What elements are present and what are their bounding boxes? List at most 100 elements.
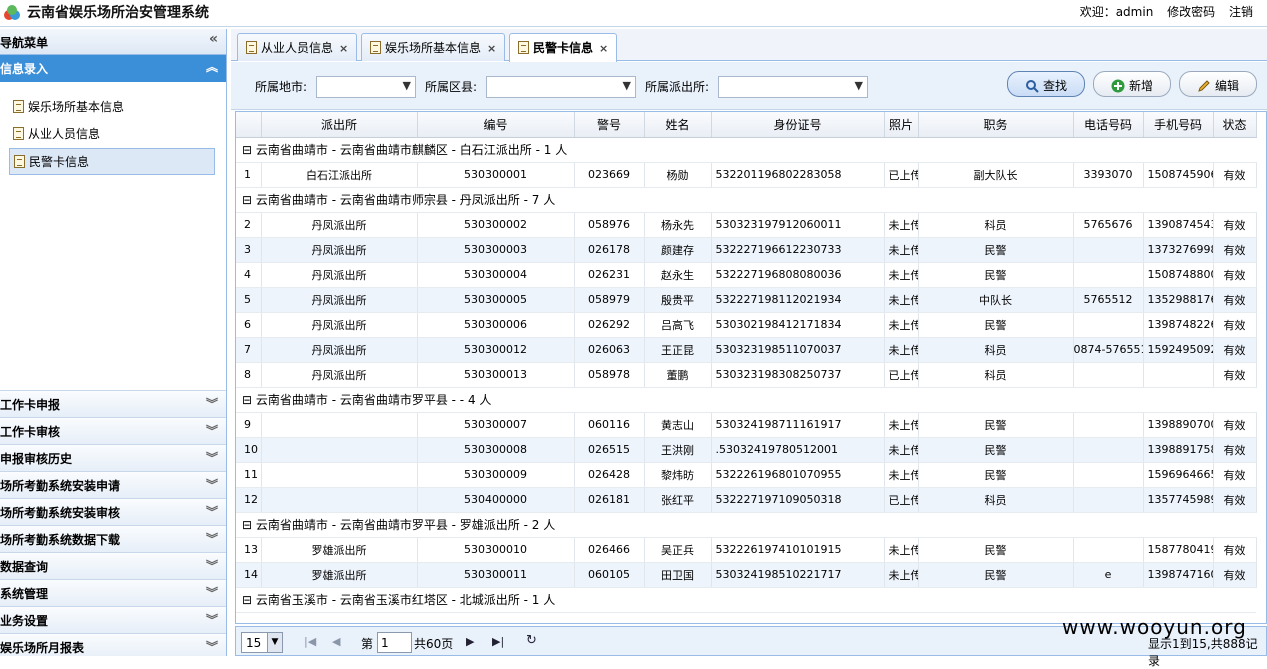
column-header[interactable]: 警号	[574, 112, 645, 138]
column-header[interactable]: 状态	[1213, 112, 1257, 138]
collapse-group-icon[interactable]: ⊟	[242, 143, 256, 157]
table-row[interactable]: 10 530300008 026515 王洪刚 .53032419780512001 未上…	[236, 437, 1257, 463]
chevron-up-icon[interactable]: ︽	[206, 58, 218, 75]
last-page-icon[interactable]: ▶|	[492, 635, 504, 648]
chevron-down-icon[interactable]: ︾	[206, 476, 218, 493]
sidebar-section-8[interactable]: 业务设置 ︾	[0, 606, 226, 633]
chevron-down-icon[interactable]: ︾	[206, 557, 218, 574]
table-row[interactable]: 9 530300007060116黄志山530324198711161917未上传…	[236, 412, 1257, 438]
sidebar-item-police-card[interactable]: 民警卡信息	[9, 148, 215, 175]
sidebar-section-6[interactable]: 数据查询 ︾	[0, 552, 226, 579]
add-button[interactable]: 新增	[1093, 71, 1171, 97]
chevron-down-icon[interactable]: ︾	[206, 584, 218, 601]
table-cell: 13988917587	[1143, 437, 1214, 463]
city-select[interactable]: ▼	[316, 76, 416, 98]
page-input[interactable]: 1	[377, 632, 412, 653]
chevron-down-icon[interactable]: ︾	[206, 449, 218, 466]
sidebar-section-3[interactable]: 场所考勤系统安装申请 ︾	[0, 471, 226, 498]
sidebar-section-7[interactable]: 系统管理 ︾	[0, 579, 226, 606]
section-label: 信息录入	[0, 62, 49, 76]
collapse-group-icon[interactable]: ⊟	[242, 518, 256, 532]
table-row[interactable]: 4 丹凤派出所 530300004 026231 赵永生 5322271968080800…	[236, 262, 1257, 288]
chevron-down-icon[interactable]: ︾	[206, 530, 218, 547]
sidebar-item-venue-info[interactable]: 娱乐场所基本信息	[9, 94, 215, 121]
table-cell: 科员	[918, 487, 1074, 513]
search-button[interactable]: 查找	[1007, 71, 1085, 97]
tab-staff-info[interactable]: 从业人员信息 ×	[237, 33, 358, 61]
city-label: 所属地市:	[255, 80, 308, 94]
table-row[interactable]: 13 罗雄派出所 530300010 026466 吴正兵 532226197410101…	[236, 537, 1257, 563]
change-password-link[interactable]: 修改密码	[1167, 5, 1215, 19]
table-row[interactable]: 2 丹凤派出所 530300002 058976 杨永先 5303231979120600…	[236, 212, 1257, 238]
column-header[interactable]: 电话号码	[1073, 112, 1144, 138]
column-header[interactable]: 职务	[918, 112, 1074, 138]
sidebar-section-info-entry[interactable]: 信息录入 ︽	[0, 55, 226, 82]
table-row[interactable]: 11 530300009 026428 黎炜昉 532226196801070955 未上…	[236, 462, 1257, 488]
table-row[interactable]: 1 白石江派出所 530300001 023669 杨勋 5322011968022830…	[236, 162, 1257, 188]
close-icon[interactable]: ×	[487, 42, 496, 55]
column-header[interactable]: 姓名	[644, 112, 712, 138]
table-row[interactable]: 12 530400000 026181 张红平 532227197109050318 已上…	[236, 487, 1257, 513]
table-row[interactable]: 5 丹凤派出所 530300005 058979 殷贵平 5322271981120219…	[236, 287, 1257, 313]
group-row[interactable]: ⊟ 云南省曲靖市 - 云南省曲靖市麒麟区 - 白石江派出所 - 1 人	[236, 137, 1256, 163]
group-row[interactable]: ⊟ 云南省曲靖市 - 云南省曲靖市师宗县 - 丹凤派出所 - 7 人	[236, 187, 1256, 213]
group-row[interactable]: ⊟ 云南省曲靖市 - 云南省曲靖市罗平县 - 罗雄派出所 - 2 人	[236, 512, 1256, 538]
tab-police-card[interactable]: 民警卡信息 ×	[509, 33, 618, 62]
collapse-group-icon[interactable]: ⊟	[242, 593, 256, 607]
chevron-down-icon[interactable]: ︾	[206, 611, 218, 628]
refresh-icon[interactable]: ↻	[526, 633, 537, 648]
chevron-down-icon[interactable]: ︾	[206, 422, 218, 439]
chevron-down-icon[interactable]: ︾	[206, 503, 218, 520]
table-row[interactable]: 3 丹凤派出所 530300003 026178 颜建存 5322271966122307…	[236, 237, 1257, 263]
sidebar-section-5[interactable]: 场所考勤系统数据下载 ︾	[0, 525, 226, 552]
sidebar-section-4[interactable]: 场所考勤系统安装审核 ︾	[0, 498, 226, 525]
column-header[interactable]: 编号	[417, 112, 575, 138]
prev-page-icon[interactable]: ◀	[332, 635, 340, 648]
table-cell: 3	[236, 237, 262, 263]
table-cell: 副大队长	[918, 162, 1074, 188]
sidebar-section-1[interactable]: 工作卡审核 ︾	[0, 417, 226, 444]
table-cell: 科员	[918, 337, 1074, 363]
sidebar-title: 导航菜单	[0, 36, 49, 50]
next-page-icon[interactable]: ▶	[466, 635, 474, 648]
close-icon[interactable]: ×	[599, 42, 608, 55]
edit-button[interactable]: 编辑	[1179, 71, 1257, 97]
sidebar-section-9[interactable]: 娱乐场所月报表 ︾	[0, 633, 226, 656]
tab-label: 从业人员信息	[261, 41, 334, 55]
first-page-icon[interactable]: |◀	[304, 635, 316, 648]
chevron-down-icon[interactable]: ︾	[206, 395, 218, 412]
table-row[interactable]: 7 丹凤派出所 530300012 026063 王正昆 5303231985110700…	[236, 337, 1257, 363]
sidebar-section-2[interactable]: 申报审核历史 ︾	[0, 444, 226, 471]
table-cell	[1073, 237, 1144, 263]
station-select[interactable]: ▼	[718, 76, 868, 98]
group-row[interactable]: ⊟ 云南省玉溪市 - 云南省玉溪市红塔区 - 北城派出所 - 1 人	[236, 587, 1256, 613]
column-header[interactable]: 手机号码	[1143, 112, 1214, 138]
column-header[interactable]: 照片	[884, 112, 919, 138]
section-label: 申报审核历史	[0, 452, 73, 466]
table-cell: 8	[236, 362, 262, 388]
sidebar-section-0[interactable]: 工作卡申报 ︾	[0, 390, 226, 417]
sidebar-item-label: 娱乐场所基本信息	[28, 100, 125, 114]
chevron-down-icon[interactable]: ︾	[206, 638, 218, 655]
table-cell: 未上传	[884, 562, 919, 588]
group-row[interactable]: ⊟ 云南省曲靖市 - 云南省曲靖市罗平县 - - 4 人	[236, 387, 1256, 413]
table-row[interactable]: 8 丹凤派出所 530300013 058978 董鹏 53032319830825073…	[236, 362, 1257, 388]
logout-link[interactable]: 注销	[1229, 5, 1253, 19]
collapse-left-icon[interactable]: «	[209, 31, 218, 47]
table-cell: 532201196802283058	[711, 162, 885, 188]
table-row[interactable]: 6 丹凤派出所 530300006 026292 吕高飞 5303021984121718…	[236, 312, 1257, 338]
column-header[interactable]: 身份证号	[711, 112, 885, 138]
column-header[interactable]: 派出所	[261, 112, 418, 138]
collapse-group-icon[interactable]: ⊟	[242, 393, 256, 407]
page-size-select[interactable]: 15 ▼	[241, 632, 283, 653]
page-prefix: 第	[361, 637, 374, 651]
sidebar-item-staff-info[interactable]: 从业人员信息	[9, 121, 215, 148]
collapse-group-icon[interactable]: ⊟	[242, 193, 256, 207]
table-row[interactable]: 14 罗雄派出所 530300011 060105 田卫国 530324198510221…	[236, 562, 1257, 588]
close-icon[interactable]: ×	[339, 42, 348, 55]
station-label: 所属派出所:	[645, 80, 710, 94]
table-cell: 中队长	[918, 287, 1074, 313]
table-cell: 026231	[574, 262, 645, 288]
county-select[interactable]: ▼	[486, 76, 636, 98]
tab-venue-info[interactable]: 娱乐场所基本信息 ×	[361, 33, 506, 61]
